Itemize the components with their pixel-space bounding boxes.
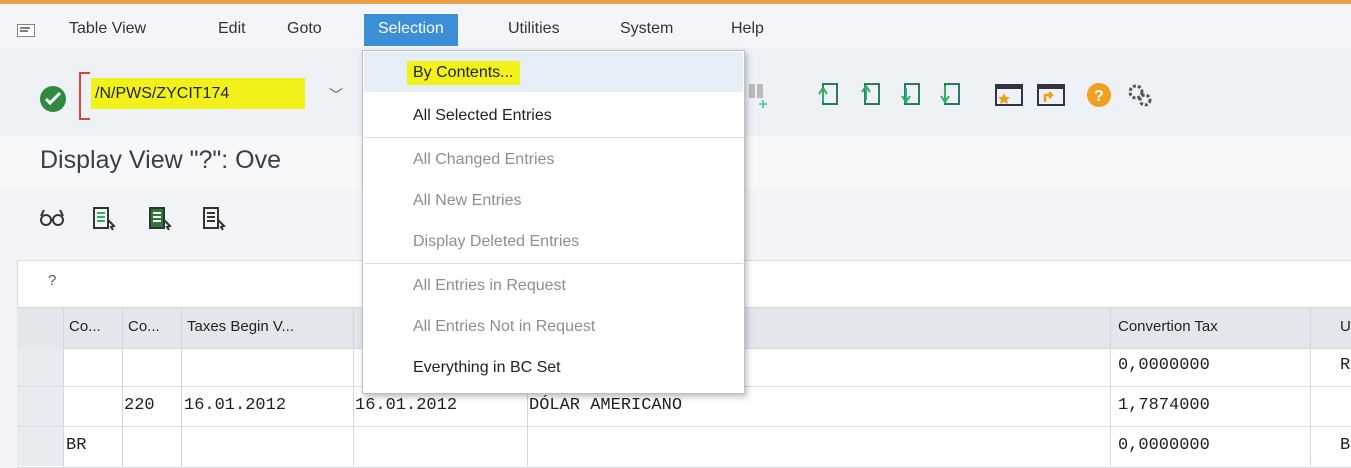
- first-page-icon[interactable]: [813, 80, 843, 110]
- table-cell[interactable]: DÓLAR AMERICANO: [529, 396, 682, 415]
- menu-item-by-contents[interactable]: By Contents...: [407, 61, 520, 85]
- find-next-icon[interactable]: [745, 80, 769, 110]
- column-header[interactable]: Co...: [128, 318, 160, 335]
- row-divider: [17, 426, 1351, 427]
- previous-page-icon[interactable]: [855, 80, 885, 110]
- table-cell[interactable]: B: [1340, 436, 1350, 455]
- chevron-down-icon[interactable]: ﹀: [329, 85, 343, 105]
- select-all-icon[interactable]: [92, 206, 118, 232]
- customize-layout-icon[interactable]: [1125, 80, 1155, 110]
- toolbar-icons: ?: [745, 80, 1265, 120]
- deselect-all-icon[interactable]: [202, 206, 228, 232]
- table-cell[interactable]: R: [1340, 356, 1350, 375]
- next-page-icon[interactable]: [895, 80, 925, 110]
- enter-button[interactable]: [40, 86, 66, 112]
- svg-text:?: ?: [1094, 88, 1104, 105]
- command-field-focus-bracket: [79, 72, 90, 120]
- command-field[interactable]: /N/PWS/ZYCIT174 ﹀: [79, 72, 362, 120]
- table-cell[interactable]: 16.01.2012: [184, 396, 286, 415]
- menu-separator: [364, 137, 743, 138]
- column-header[interactable]: Co...: [69, 318, 101, 335]
- menu-item-display-deleted-entries: Display Deleted Entries: [413, 233, 580, 250]
- menu-bar: Table View Edit Goto Selection Utilities…: [0, 4, 1351, 48]
- menu-help[interactable]: Help: [731, 20, 764, 38]
- column-header[interactable]: Convertion Tax: [1118, 318, 1218, 335]
- menu-table-view[interactable]: Table View: [69, 20, 146, 38]
- help-icon[interactable]: ?: [1085, 80, 1115, 110]
- menu-item-all-entries-not-in-request: All Entries Not in Request: [413, 318, 596, 335]
- page-title: Display View "?": Ove: [40, 146, 281, 174]
- menu-item-all-new-entries: All New Entries: [413, 192, 522, 209]
- menu-icon[interactable]: [17, 24, 35, 37]
- menu-item-all-entries-in-request: All Entries in Request: [413, 277, 566, 294]
- table-cell[interactable]: 0,0000000: [1118, 436, 1210, 455]
- table-panel-title: ?: [48, 272, 57, 289]
- table-cell[interactable]: 1,7874000: [1118, 396, 1210, 415]
- checkmark-icon: [45, 92, 61, 106]
- generate-shortcut-icon[interactable]: [1035, 80, 1067, 110]
- command-field-value[interactable]: /N/PWS/ZYCIT174: [95, 85, 229, 103]
- menu-selection[interactable]: Selection: [364, 14, 458, 46]
- selection-menu-dropdown: By Contents... All Selected Entries All …: [362, 50, 745, 394]
- menu-goto[interactable]: Goto: [287, 20, 322, 38]
- table-cell[interactable]: BR: [66, 436, 86, 455]
- select-block-icon[interactable]: [148, 206, 174, 232]
- table-cell[interactable]: 220: [124, 396, 155, 415]
- menu-item-all-changed-entries: All Changed Entries: [413, 151, 555, 168]
- menu-utilities[interactable]: Utilities: [508, 20, 560, 38]
- menu-edit[interactable]: Edit: [218, 20, 246, 38]
- last-page-icon[interactable]: [935, 80, 965, 110]
- row-selector-column[interactable]: [17, 347, 63, 466]
- menu-item-all-selected-entries[interactable]: All Selected Entries: [413, 107, 552, 125]
- column-header[interactable]: U: [1340, 318, 1351, 335]
- menu-item-everything-in-bc-set[interactable]: Everything in BC Set: [413, 359, 561, 377]
- menu-separator: [364, 263, 743, 264]
- glasses-icon[interactable]: [38, 206, 68, 230]
- create-session-icon[interactable]: [993, 80, 1025, 110]
- menu-system[interactable]: System: [620, 20, 673, 38]
- table-cell[interactable]: 16.01.2012: [355, 396, 457, 415]
- table-cell[interactable]: 0,0000000: [1118, 356, 1210, 375]
- column-header[interactable]: Taxes Begin V...: [187, 318, 294, 335]
